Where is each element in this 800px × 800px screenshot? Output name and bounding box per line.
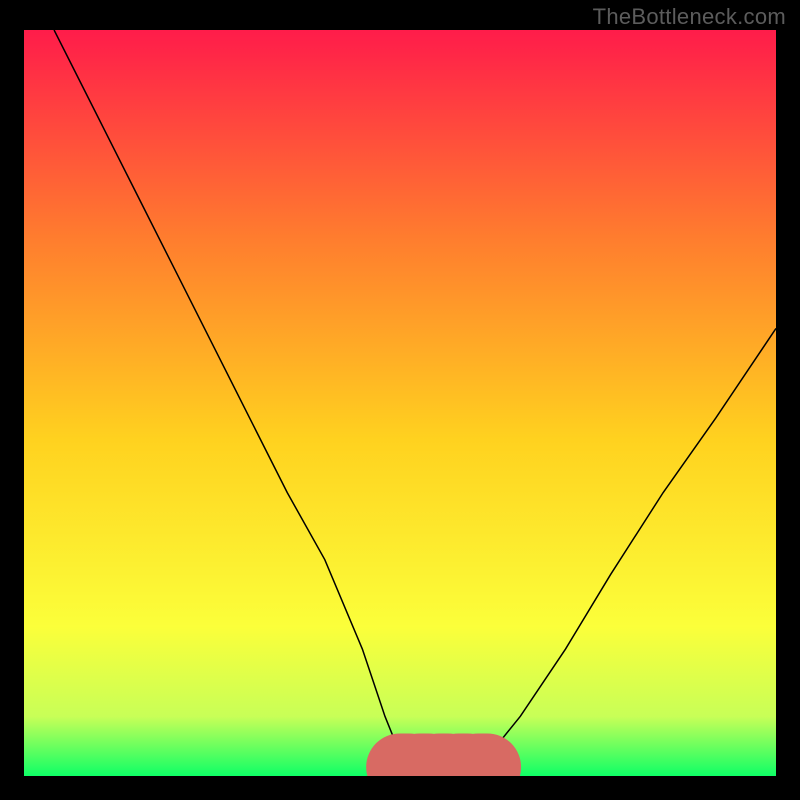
- plot-area: [24, 30, 776, 776]
- chart-frame: TheBottleneck.com: [0, 0, 800, 800]
- watermark-text: TheBottleneck.com: [593, 4, 786, 30]
- plot-svg: [24, 30, 776, 776]
- gradient-background: [24, 30, 776, 776]
